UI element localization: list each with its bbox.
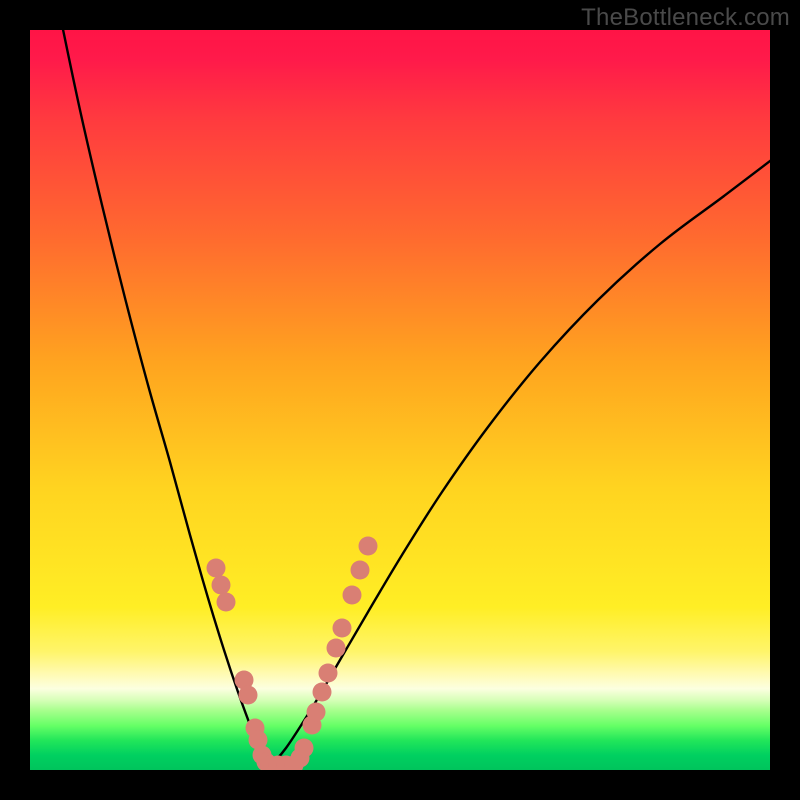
attribution-text: TheBottleneck.com	[581, 4, 790, 32]
data-dot	[295, 739, 314, 758]
data-dot	[343, 586, 362, 605]
data-dot	[207, 559, 226, 578]
data-dot	[217, 593, 236, 612]
data-dot	[307, 703, 326, 722]
data-dot	[212, 576, 231, 595]
data-dot	[327, 639, 346, 658]
data-dot	[239, 686, 258, 705]
data-dot	[319, 664, 338, 683]
bottleneck-curve	[30, 30, 770, 770]
plot-area	[30, 30, 770, 770]
data-dot	[359, 537, 378, 556]
data-dot	[313, 683, 332, 702]
curve-left-branch	[60, 30, 265, 765]
data-dot	[333, 619, 352, 638]
data-dot	[351, 561, 370, 580]
chart-frame: TheBottleneck.com	[0, 0, 800, 800]
curve-right-branch	[270, 158, 770, 765]
